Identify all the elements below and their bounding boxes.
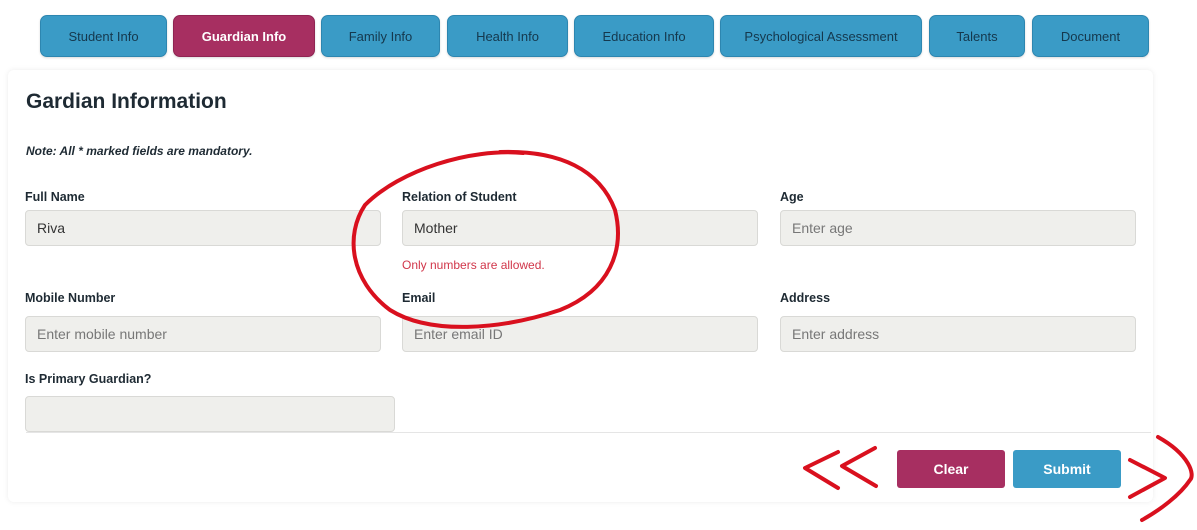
tab-guardian-info[interactable]: Guardian Info xyxy=(173,15,315,57)
tab-health-info[interactable]: Health Info xyxy=(447,15,568,57)
address-input[interactable] xyxy=(780,316,1136,352)
full-name-label: Full Name xyxy=(25,190,85,204)
mandatory-note: Note: All * marked fields are mandatory. xyxy=(26,144,253,158)
mobile-number-input[interactable] xyxy=(25,316,381,352)
page-title: Gardian Information xyxy=(26,90,227,113)
tab-student-info[interactable]: Student Info xyxy=(40,15,167,57)
relation-input[interactable] xyxy=(402,210,758,246)
submit-button[interactable]: Submit xyxy=(1013,450,1121,488)
age-input[interactable] xyxy=(780,210,1136,246)
tab-document[interactable]: Document xyxy=(1032,15,1149,57)
form-divider xyxy=(26,432,1151,433)
clear-button[interactable]: Clear xyxy=(897,450,1005,488)
primary-guardian-select[interactable] xyxy=(25,396,395,432)
tab-family-info[interactable]: Family Info xyxy=(321,15,440,57)
guardian-form-card: Gardian Information Note: All * marked f… xyxy=(8,70,1153,502)
guardian-info-page: Student Info Guardian Info Family Info H… xyxy=(0,0,1197,530)
age-label: Age xyxy=(780,190,804,204)
tab-talents[interactable]: Talents xyxy=(929,15,1025,57)
email-input[interactable] xyxy=(402,316,758,352)
email-label: Email xyxy=(402,291,436,305)
relation-error-message: Only numbers are allowed. xyxy=(402,258,545,272)
mobile-number-label: Mobile Number xyxy=(25,291,116,305)
relation-label: Relation of Student xyxy=(402,190,517,204)
address-label: Address xyxy=(780,291,831,305)
tab-bar: Student Info Guardian Info Family Info H… xyxy=(0,15,1197,57)
full-name-input[interactable] xyxy=(25,210,381,246)
tab-psychological-assessment[interactable]: Psychological Assessment xyxy=(720,15,922,57)
tab-education-info[interactable]: Education Info xyxy=(574,15,714,57)
primary-guardian-label: Is Primary Guardian? xyxy=(25,372,152,386)
